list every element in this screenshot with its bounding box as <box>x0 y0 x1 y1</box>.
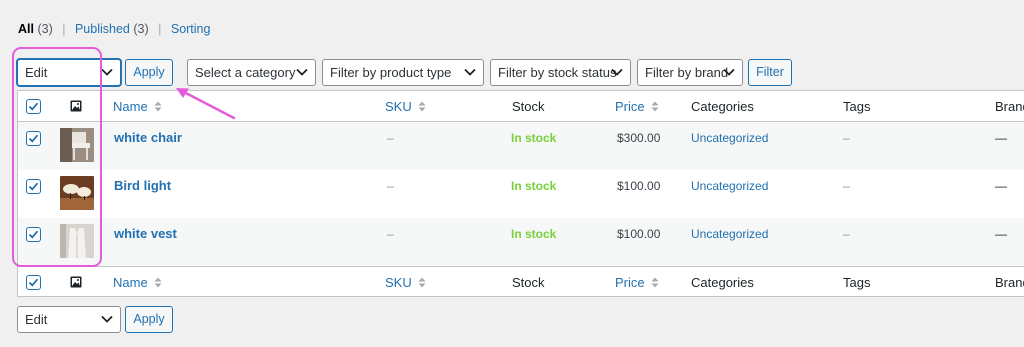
chevron-down-icon <box>101 315 113 323</box>
product-category-link[interactable]: Uncategorized <box>691 179 768 193</box>
column-sku-sortable[interactable]: SKU <box>385 99 426 114</box>
product-price: $100.00 <box>617 227 661 241</box>
bulk-action-value: Edit <box>25 65 48 80</box>
column-name-label: Name <box>113 275 148 290</box>
product-thumbnail-white-chair[interactable] <box>60 128 94 162</box>
image-icon <box>70 276 82 288</box>
brand-filter-select[interactable]: Filter by brand <box>637 59 743 86</box>
table-header: Name SKU Stock Price Categories Tags Bra… <box>18 91 1024 122</box>
product-sku: – <box>387 131 394 145</box>
product-category-link[interactable]: Uncategorized <box>691 131 768 145</box>
column-tags-label: Tags <box>843 99 871 114</box>
stock-status: In stock <box>511 227 557 241</box>
sort-icon <box>651 101 659 112</box>
product-type-filter-value: Filter by product type <box>330 65 452 80</box>
column-stock-label: Stock <box>512 275 545 290</box>
column-price-sortable[interactable]: Price <box>615 99 659 114</box>
image-icon <box>70 100 82 112</box>
column-tags-label: Tags <box>843 275 871 290</box>
product-tags: – <box>843 227 850 241</box>
select-all-checkbox-footer[interactable] <box>26 275 41 290</box>
stock-status-filter-select[interactable]: Filter by stock status <box>490 59 631 86</box>
product-tags: – <box>843 131 850 145</box>
product-sku: – <box>387 227 394 241</box>
product-type-filter-select[interactable]: Filter by product type <box>322 59 484 86</box>
row-checkbox[interactable] <box>26 179 41 194</box>
table-row: white chair – In stock $300.00 Uncategor… <box>18 122 1024 170</box>
checkmark-icon <box>28 182 39 191</box>
table-footer: Name SKU Stock Price Categories Tags Bra… <box>18 266 1024 297</box>
filter-button[interactable]: Filter <box>748 59 792 86</box>
chevron-down-icon <box>464 68 476 76</box>
bulk-action-select[interactable]: Edit <box>17 59 121 86</box>
bulk-action-select-bottom[interactable]: Edit <box>17 306 121 333</box>
product-sku: – <box>387 179 394 193</box>
sort-icon <box>418 101 426 112</box>
table-row: white vest – In stock $100.00 Uncategori… <box>18 218 1024 266</box>
product-name-link[interactable]: white chair <box>114 130 182 145</box>
sort-icon <box>418 277 426 288</box>
stock-status: In stock <box>511 131 557 145</box>
column-sku-label: SKU <box>385 99 412 114</box>
column-sku-label: SKU <box>385 275 412 290</box>
brand-filter-value: Filter by brand <box>645 65 729 80</box>
chevron-down-icon <box>723 68 735 76</box>
annotation-arrow-icon <box>176 88 236 120</box>
checkmark-icon <box>28 134 39 143</box>
chevron-down-icon <box>296 68 308 76</box>
column-stock-label: Stock <box>512 99 545 114</box>
chevron-down-icon <box>611 68 623 76</box>
checkmark-icon <box>28 278 39 287</box>
view-all-count: (3) <box>37 22 53 36</box>
product-brand: — <box>995 227 1007 241</box>
sort-icon <box>154 101 162 112</box>
apply-button[interactable]: Apply <box>125 59 173 86</box>
column-sku-sortable[interactable]: SKU <box>385 275 426 290</box>
view-separator: | <box>62 22 66 36</box>
product-price: $100.00 <box>617 179 661 193</box>
product-name-link[interactable]: white vest <box>114 226 177 241</box>
bulk-action-value: Edit <box>25 312 48 327</box>
product-thumbnail-bird-light[interactable] <box>60 176 94 210</box>
row-checkbox[interactable] <box>26 131 41 146</box>
column-name-sortable[interactable]: Name <box>113 99 162 114</box>
product-brand: — <box>995 179 1007 193</box>
apply-button-bottom[interactable]: Apply <box>125 306 173 333</box>
view-all-label[interactable]: All <box>18 22 34 36</box>
sort-icon <box>154 277 162 288</box>
select-all-checkbox[interactable] <box>26 99 41 114</box>
product-name-link[interactable]: Bird light <box>114 178 171 193</box>
product-thumbnail-white-vest[interactable] <box>60 224 94 258</box>
chevron-down-icon <box>101 68 113 76</box>
view-published-link[interactable]: Published <box>75 22 130 36</box>
view-filters: All (3) | Published (3) | Sorting <box>18 22 210 36</box>
column-categories-label: Categories <box>691 99 754 114</box>
stock-status-filter-value: Filter by stock status <box>498 65 617 80</box>
checkmark-icon <box>28 102 39 111</box>
column-brand-label: Brand <box>995 99 1024 114</box>
view-published-count: (3) <box>133 22 149 36</box>
view-sorting-link[interactable]: Sorting <box>171 22 211 36</box>
column-price-sortable[interactable]: Price <box>615 275 659 290</box>
category-filter-value: Select a category <box>195 65 296 80</box>
checkmark-icon <box>28 230 39 239</box>
view-separator: | <box>158 22 162 36</box>
product-brand: — <box>995 131 1007 145</box>
products-table: Name SKU Stock Price Categories Tags Bra… <box>17 90 1024 297</box>
product-price: $300.00 <box>617 131 661 145</box>
column-brand-label: Brand <box>995 275 1024 290</box>
column-name-label: Name <box>113 99 148 114</box>
column-categories-label: Categories <box>691 275 754 290</box>
column-price-label: Price <box>615 275 645 290</box>
table-row: Bird light – In stock $100.00 Uncategori… <box>18 170 1024 218</box>
product-category-link[interactable]: Uncategorized <box>691 227 768 241</box>
stock-status: In stock <box>511 179 557 193</box>
product-tags: – <box>843 179 850 193</box>
column-price-label: Price <box>615 99 645 114</box>
sort-icon <box>651 277 659 288</box>
column-name-sortable[interactable]: Name <box>113 275 162 290</box>
row-checkbox[interactable] <box>26 227 41 242</box>
